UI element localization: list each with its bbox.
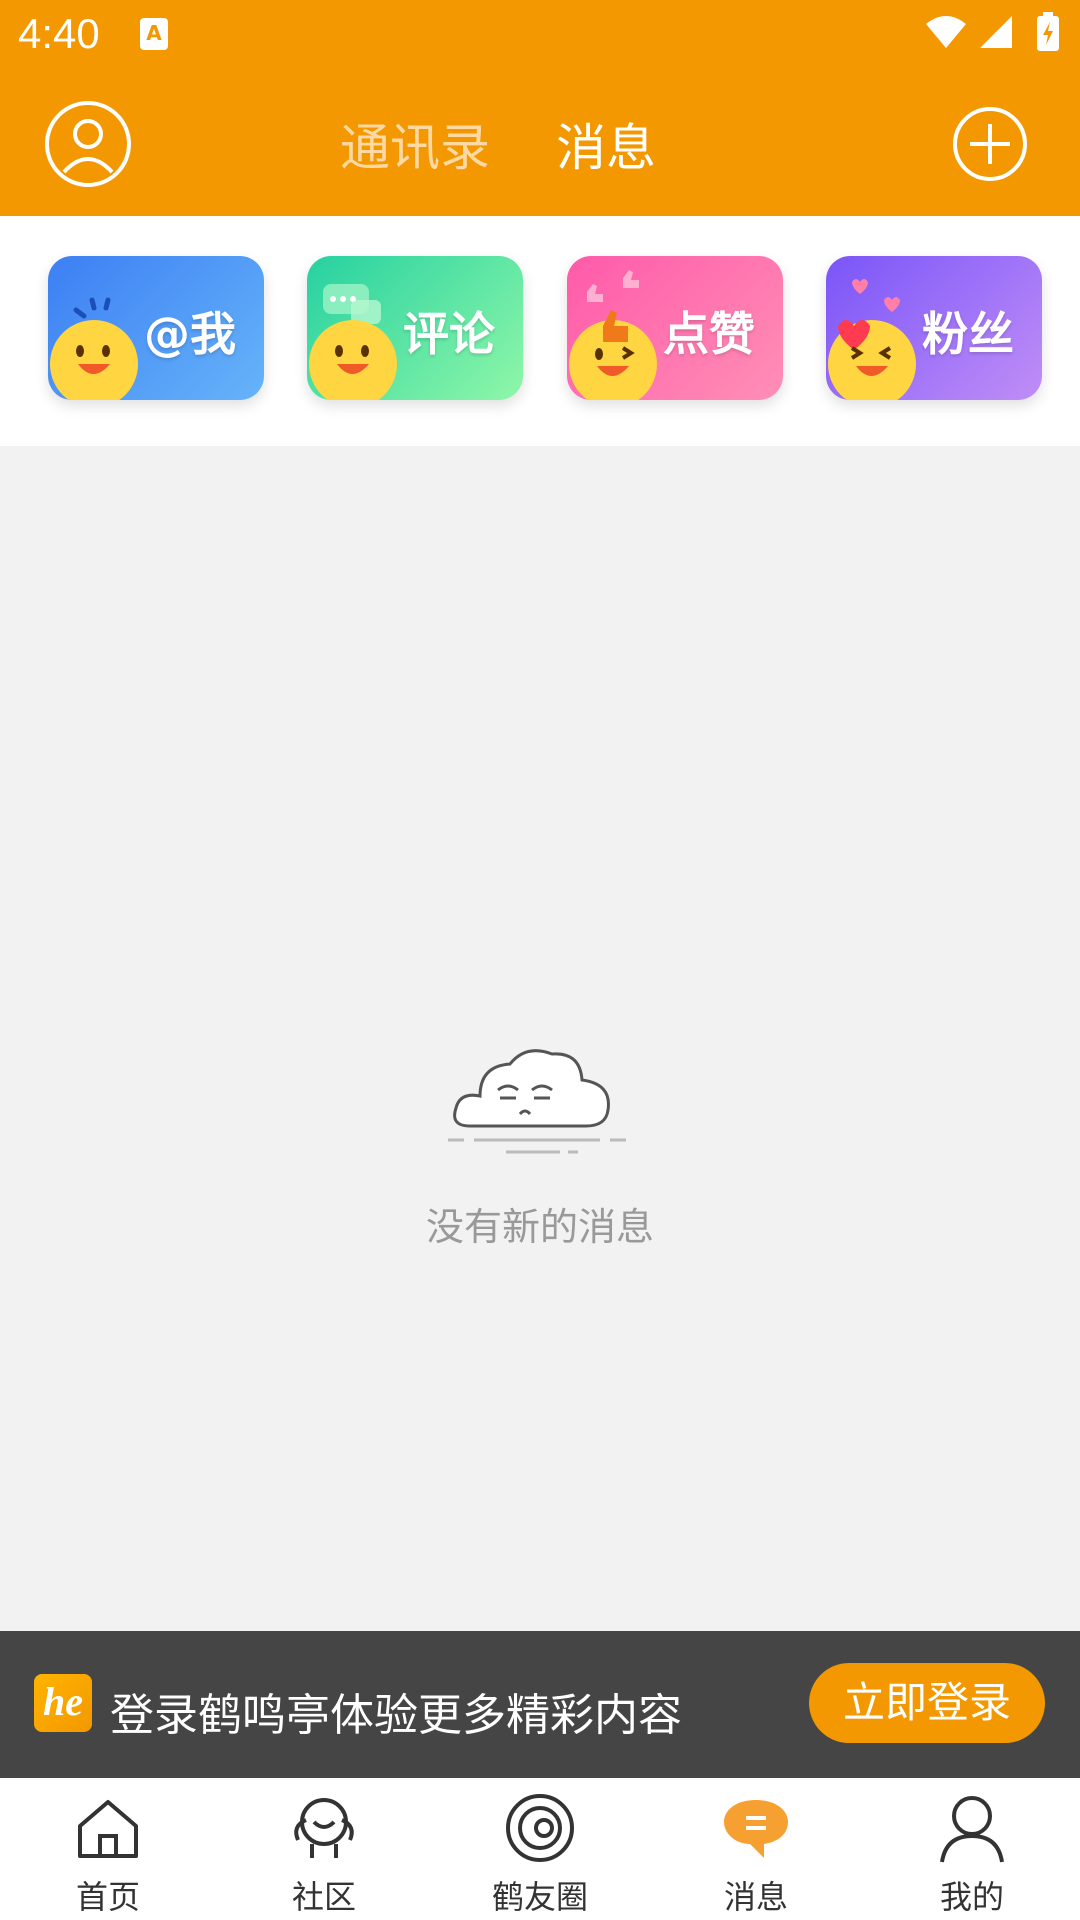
status-time: 4:40: [18, 10, 100, 57]
tab-messages[interactable]: 消息: [556, 108, 656, 180]
header-tabs: 通讯录 消息: [340, 108, 656, 180]
circle-icon: [506, 1794, 574, 1862]
nav-label: 消息: [723, 1878, 788, 1916]
message-icon: [724, 1800, 788, 1858]
category-mentions[interactable]: @我: [48, 256, 264, 400]
nav-home[interactable]: 首页: [28, 1778, 188, 1920]
notification-icon: A: [140, 18, 168, 50]
wifi-icon: [926, 16, 966, 48]
nav-label: 鹤友圈: [491, 1878, 588, 1916]
nav-community[interactable]: 社区: [244, 1778, 404, 1920]
plus-circle-icon[interactable]: [952, 106, 1028, 182]
home-icon: [78, 1800, 138, 1858]
battery-icon: [1037, 12, 1059, 51]
category-comments[interactable]: 评论: [307, 256, 523, 400]
tab-contacts[interactable]: 通讯录: [340, 108, 490, 180]
nav-label: 首页: [75, 1878, 140, 1916]
nav-label: 社区: [291, 1878, 356, 1916]
app-header: 4:40 A 通讯录 消息: [0, 0, 1080, 216]
category-fans[interactable]: 粉丝: [826, 256, 1042, 400]
user-icon: [940, 1796, 1004, 1863]
nav-label: 我的: [939, 1878, 1004, 1916]
app-logo: he: [34, 1674, 92, 1732]
messages-page: 4:40 A 通讯录 消息 @我 评论 点赞 粉丝 没有新的消息 he 登录鹤鸣…: [0, 0, 1080, 1920]
signal-icon: [980, 16, 1012, 48]
empty-message: 没有新的消息: [425, 1205, 654, 1249]
sleepy-cloud-icon: [448, 1049, 626, 1154]
nav-messages[interactable]: 消息: [676, 1778, 836, 1920]
login-button[interactable]: 立即登录: [809, 1663, 1045, 1743]
bottom-nav: 首页 社区 鹤友圈 消息 我的: [0, 1778, 1080, 1920]
category-label: @我: [144, 307, 236, 361]
profile-icon[interactable]: [44, 100, 132, 188]
category-row: @我 评论 点赞 粉丝: [0, 216, 1080, 446]
nav-circle[interactable]: 鹤友圈: [460, 1778, 620, 1920]
login-prompt: 登录鹤鸣亭体验更多精彩内容: [110, 1690, 682, 1741]
category-label: 点赞: [663, 307, 755, 361]
community-icon: [294, 1798, 354, 1858]
category-label: 评论: [403, 307, 495, 361]
category-likes[interactable]: 点赞: [567, 256, 783, 400]
login-banner: he 登录鹤鸣亭体验更多精彩内容 立即登录: [0, 1631, 1080, 1778]
category-label: 粉丝: [922, 307, 1014, 361]
nav-profile[interactable]: 我的: [892, 1778, 1052, 1920]
